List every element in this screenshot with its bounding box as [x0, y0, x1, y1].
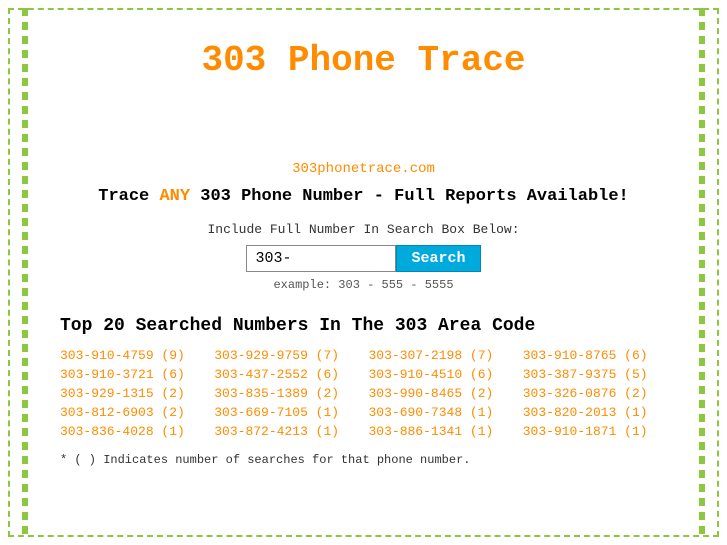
search-button[interactable]: Search: [396, 245, 480, 272]
number-link[interactable]: 303-929-9759 (7): [214, 348, 358, 363]
main-content: 303 Phone Trace 303phonetrace.com Trace …: [0, 0, 727, 487]
number-link[interactable]: 303-886-1341 (1): [369, 424, 513, 439]
number-link[interactable]: 303-836-4028 (1): [60, 424, 204, 439]
search-row: Search: [60, 245, 667, 272]
tagline: Trace ANY 303 Phone Number - Full Report…: [60, 187, 667, 206]
search-label: Include Full Number In Search Box Below:: [60, 222, 667, 237]
tagline-end: 303 Phone Number - Full Reports Availabl…: [190, 187, 629, 206]
example-text: example: 303 - 555 - 5555: [60, 278, 667, 292]
site-url: 303phonetrace.com: [60, 161, 667, 177]
tagline-start: Trace: [98, 187, 159, 206]
number-link[interactable]: 303-690-7348 (1): [369, 405, 513, 420]
page-title: 303 Phone Trace: [60, 40, 667, 81]
number-link[interactable]: 303-835-1389 (2): [214, 386, 358, 401]
number-link[interactable]: 303-387-9375 (5): [523, 367, 667, 382]
number-link[interactable]: 303-669-7105 (1): [214, 405, 358, 420]
number-link[interactable]: 303-910-8765 (6): [523, 348, 667, 363]
footnote: * ( ) Indicates number of searches for t…: [60, 453, 667, 467]
number-link[interactable]: 303-820-2013 (1): [523, 405, 667, 420]
number-link[interactable]: 303-990-8465 (2): [369, 386, 513, 401]
number-link[interactable]: 303-812-6903 (2): [60, 405, 204, 420]
number-link[interactable]: 303-437-2552 (6): [214, 367, 358, 382]
number-link[interactable]: 303-929-1315 (2): [60, 386, 204, 401]
number-link[interactable]: 303-326-0876 (2): [523, 386, 667, 401]
number-link[interactable]: 303-872-4213 (1): [214, 424, 358, 439]
number-link[interactable]: 303-910-4759 (9): [60, 348, 204, 363]
top-numbers-title: Top 20 Searched Numbers In The 303 Area …: [60, 316, 667, 336]
number-link[interactable]: 303-307-2198 (7): [369, 348, 513, 363]
number-link[interactable]: 303-910-1871 (1): [523, 424, 667, 439]
number-link[interactable]: 303-910-3721 (6): [60, 367, 204, 382]
numbers-grid: 303-910-4759 (9) 303-929-9759 (7) 303-307-…: [60, 348, 667, 439]
tagline-any: ANY: [159, 187, 190, 206]
number-link[interactable]: 303-910-4510 (6): [369, 367, 513, 382]
search-input[interactable]: [246, 245, 396, 272]
